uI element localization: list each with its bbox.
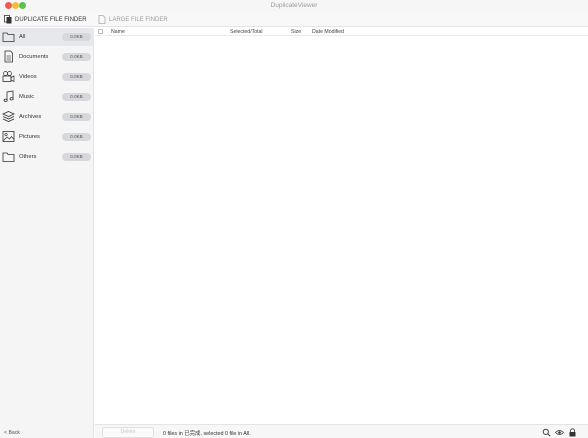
video-camera-icon	[2, 70, 15, 83]
search-icon[interactable]	[542, 428, 551, 437]
lock-icon[interactable]	[568, 428, 577, 437]
folder-icon	[2, 150, 15, 163]
eye-icon[interactable]	[554, 428, 565, 437]
tab-duplicate-file-finder[interactable]: DUPLICATE FILE FINDER	[4, 14, 87, 25]
picture-icon	[2, 130, 15, 143]
toolbar: DUPLICATE FILE FINDER LARGE FILE FINDER	[0, 12, 588, 27]
sidebar-item-archives[interactable]: Archives 0.0KB	[0, 108, 94, 126]
sidebar-item-label: Archives	[19, 114, 42, 120]
size-badge: 0.0KB	[62, 113, 91, 121]
archive-layers-icon	[2, 110, 15, 123]
tab-large-file-finder[interactable]: LARGE FILE FINDER	[98, 14, 168, 25]
tab-duplicate-label: DUPLICATE FILE FINDER	[15, 16, 87, 23]
column-header-date-modified[interactable]: Date Modified	[312, 29, 344, 35]
sidebar-item-label: Pictures	[19, 134, 40, 140]
tab-large-label: LARGE FILE FINDER	[109, 16, 168, 23]
sidebar-item-label: Music	[19, 94, 35, 100]
select-all-checkbox[interactable]	[98, 29, 103, 34]
size-badge: 0.0KB	[62, 133, 91, 141]
size-badge: 0.0KB	[62, 53, 91, 61]
sidebar-item-label: All	[19, 34, 26, 40]
duplicate-files-icon	[4, 15, 12, 24]
music-note-icon	[2, 90, 15, 103]
status-bar: Delete 0 files in 已完成, selected 0 file i…	[95, 424, 588, 438]
delete-button[interactable]: Delete	[102, 427, 154, 438]
sidebar-item-documents[interactable]: Documents 0.0KB	[0, 48, 94, 66]
file-list-panel: Name Selected/Total Size Date Modified	[95, 28, 588, 424]
sidebar-item-all[interactable]: All 0.0KB	[0, 28, 94, 46]
sidebar-item-music[interactable]: Music 0.0KB	[0, 88, 94, 106]
sidebar-item-label: Videos	[19, 74, 37, 80]
size-badge: 0.0KB	[62, 73, 91, 81]
back-button[interactable]: < Back	[4, 430, 20, 436]
sidebar-item-label: Others	[19, 154, 37, 160]
size-badge: 0.0KB	[62, 33, 91, 41]
size-badge: 0.0KB	[62, 153, 91, 161]
column-header-size[interactable]: Size	[291, 29, 301, 35]
document-icon	[2, 50, 15, 63]
status-text: 0 files in 已完成, selected 0 file in All.	[163, 431, 251, 437]
sidebar: All 0.0KB Documents 0.0KB Videos 0.0KB M…	[0, 28, 94, 438]
table-header: Name Selected/Total Size Date Modified	[95, 28, 588, 36]
large-file-icon	[98, 15, 106, 24]
sidebar-item-label: Documents	[19, 54, 49, 60]
folder-icon	[2, 30, 15, 43]
window-title: DuplicateViewer	[270, 2, 318, 9]
title-bar: DuplicateViewer	[0, 0, 588, 12]
sidebar-item-others[interactable]: Others 0.0KB	[0, 148, 94, 166]
column-header-name[interactable]: Name	[111, 29, 125, 35]
sidebar-item-pictures[interactable]: Pictures 0.0KB	[0, 128, 94, 146]
size-badge: 0.0KB	[62, 93, 91, 101]
sidebar-item-videos[interactable]: Videos 0.0KB	[0, 68, 94, 86]
column-header-selected-total[interactable]: Selected/Total	[230, 29, 263, 35]
